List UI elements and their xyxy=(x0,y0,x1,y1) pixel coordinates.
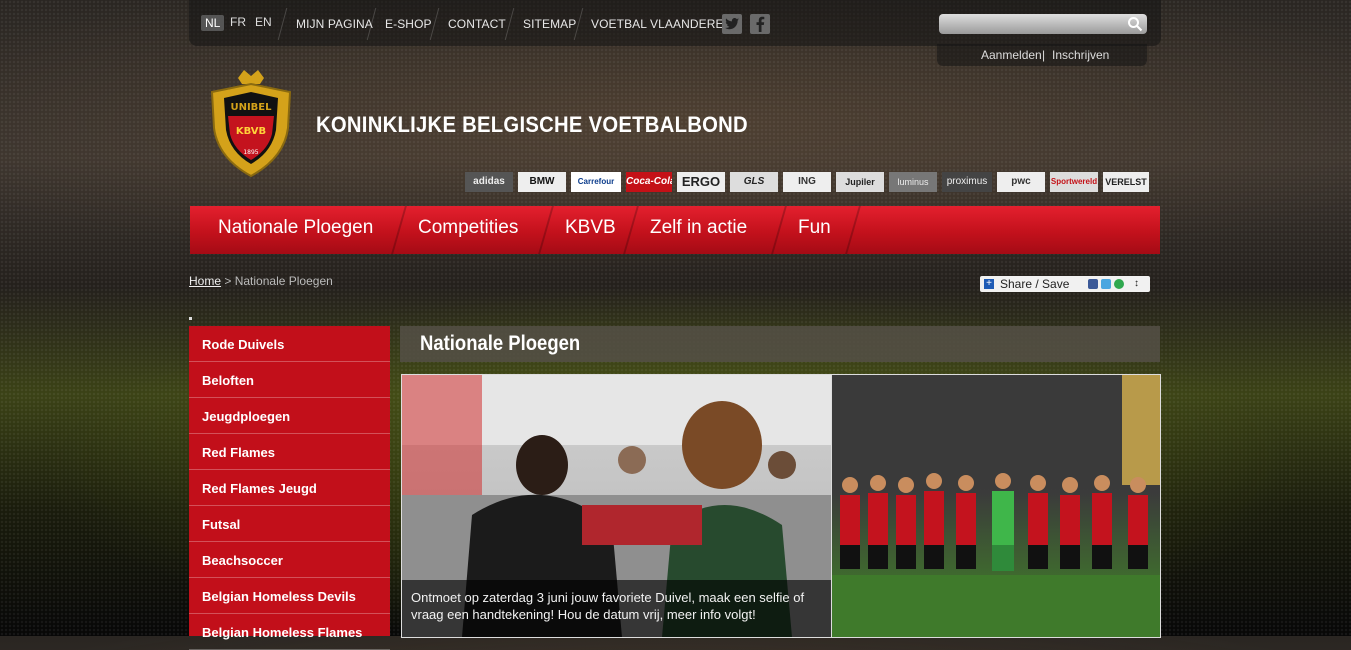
page-wrapper: NL FR EN MIJN PAGINA E-SHOP CONTACT SITE… xyxy=(189,0,1161,650)
link-contact[interactable]: CONTACT xyxy=(448,17,506,31)
search-input[interactable] xyxy=(939,14,1147,34)
sidebar-item-label: Beachsoccer xyxy=(202,553,283,568)
share-save-button[interactable]: + Share / Save ↕ xyxy=(980,276,1150,292)
sponsor-logo[interactable]: adidas xyxy=(465,172,513,192)
crest-text-top: UNIBEL xyxy=(230,102,272,113)
register-link[interactable]: Inschrijven xyxy=(1052,48,1109,62)
nav-divider xyxy=(771,206,787,254)
sponsor-logo[interactable]: proximus xyxy=(942,172,992,192)
nav-divider xyxy=(538,206,554,254)
main-nav: Nationale Ploegen Competities KBVB Zelf … xyxy=(190,206,1160,254)
page-title: Nationale Ploegen xyxy=(420,332,581,355)
twitter-icon[interactable] xyxy=(722,14,742,34)
lang-nl[interactable]: NL xyxy=(201,15,225,31)
facebook-icon[interactable] xyxy=(750,14,770,34)
divider xyxy=(277,8,288,40)
nav-divider xyxy=(391,206,407,254)
sidebar-item-beachsoccer[interactable]: Beachsoccer xyxy=(189,542,390,578)
sidebar-item-label: Jeugdploegen xyxy=(202,409,291,424)
login-separator: | xyxy=(1042,48,1046,62)
sidebar-item-futsal[interactable]: Futsal xyxy=(189,506,390,542)
sidebar-item-rode-duivels[interactable]: Rode Duivels xyxy=(189,326,390,362)
photo-illustration xyxy=(832,375,1160,637)
sidebar-item-red-flames-jeugd[interactable]: Red Flames Jeugd xyxy=(189,470,390,506)
sidebar-item-jeugdploegen[interactable]: Jeugdploegen xyxy=(189,398,390,434)
breadcrumb-current: Nationale Ploegen xyxy=(234,274,333,288)
sponsor-logo[interactable]: ERGO xyxy=(677,172,725,192)
search-icon[interactable] xyxy=(1127,16,1143,32)
sidebar: Rode Duivels Beloften Jeugdploegen Red F… xyxy=(189,326,390,650)
link-sitemap[interactable]: SITEMAP xyxy=(523,17,576,31)
content-header: Nationale Ploegen xyxy=(400,326,1160,362)
share-icon xyxy=(1114,279,1124,289)
sponsor-logo[interactable]: pwc xyxy=(997,172,1045,192)
sidebar-item-belgian-homeless-devils[interactable]: Belgian Homeless Devils xyxy=(189,578,390,614)
plus-icon: + xyxy=(984,279,994,289)
breadcrumb-home[interactable]: Home xyxy=(189,274,221,288)
news-caption-text: Ontmoet op zaterdag 3 juni jouw favoriet… xyxy=(411,590,805,622)
facebook-icon xyxy=(1088,279,1098,289)
nav-divider xyxy=(623,206,639,254)
share-label: Share / Save xyxy=(1000,277,1070,291)
sidebar-item-belgian-homeless-flames[interactable]: Belgian Homeless Flames xyxy=(189,614,390,650)
sponsor-logo[interactable]: BMW xyxy=(518,172,566,192)
sponsor-logo[interactable]: Carrefour xyxy=(571,172,621,192)
chevron-updown-icon: ↕ xyxy=(1134,278,1139,289)
sponsor-logo[interactable]: Coca-Cola xyxy=(626,172,672,192)
divider xyxy=(504,8,515,40)
sidebar-item-label: Red Flames Jeugd xyxy=(202,481,317,496)
nav-fun[interactable]: Fun xyxy=(798,206,831,254)
sidebar-item-label: Futsal xyxy=(202,517,241,532)
marker-dot xyxy=(189,317,192,320)
crest-year: 1895 xyxy=(243,149,258,156)
login-link[interactable]: Aanmelden xyxy=(981,48,1042,62)
crest-text-mid: KBVB xyxy=(236,126,266,137)
sponsor-logo[interactable]: GLS xyxy=(730,172,778,192)
sponsor-logo[interactable]: ING xyxy=(783,172,831,192)
sponsor-logo[interactable]: Sportwereld xyxy=(1050,172,1098,192)
nav-zelf-in-actie[interactable]: Zelf in actie xyxy=(650,206,747,254)
nav-nationale-ploegen[interactable]: Nationale Ploegen xyxy=(218,206,373,254)
sponsor-logo[interactable]: luminus xyxy=(889,172,937,192)
lang-fr[interactable]: FR xyxy=(230,15,246,29)
sponsor-bar: adidas BMW Carrefour Coca-Cola ERGO GLS … xyxy=(465,172,1149,192)
sponsor-logo[interactable]: VERELST xyxy=(1103,172,1149,192)
link-mijn-pagina[interactable]: MIJN PAGINA xyxy=(296,17,373,31)
nav-competities[interactable]: Competities xyxy=(418,206,518,254)
nav-divider xyxy=(845,206,861,254)
site-title: KONINKLIJKE BELGISCHE VOETBALBOND xyxy=(316,112,748,137)
sidebar-item-label: Belgian Homeless Flames xyxy=(202,625,363,640)
nav-kbvb[interactable]: KBVB xyxy=(565,206,616,254)
sidebar-item-label: Beloften xyxy=(202,373,254,388)
news-photo-signing[interactable]: Ontmoet op zaterdag 3 juni jouw favoriet… xyxy=(401,374,832,638)
kbvb-crest-logo[interactable]: UNIBEL KBVB 1895 xyxy=(206,68,296,180)
sidebar-item-red-flames[interactable]: Red Flames xyxy=(189,434,390,470)
breadcrumb-separator: > xyxy=(224,274,232,288)
sidebar-item-label: Belgian Homeless Devils xyxy=(202,589,356,604)
link-voetbal-vlaanderen[interactable]: VOETBAL VLAANDEREN xyxy=(591,17,732,31)
sponsor-logo[interactable]: Jupiler xyxy=(836,172,884,192)
news-photo-team[interactable] xyxy=(831,374,1161,638)
breadcrumb: Home > Nationale Ploegen xyxy=(189,274,333,288)
twitter-icon xyxy=(1101,279,1111,289)
lang-en[interactable]: EN xyxy=(255,15,272,29)
sidebar-item-label: Red Flames xyxy=(202,445,275,460)
link-eshop[interactable]: E-SHOP xyxy=(385,17,432,31)
sidebar-item-beloften[interactable]: Beloften xyxy=(189,362,390,398)
news-caption[interactable]: Ontmoet op zaterdag 3 juni jouw favoriet… xyxy=(402,580,831,637)
sidebar-item-label: Rode Duivels xyxy=(202,337,285,352)
